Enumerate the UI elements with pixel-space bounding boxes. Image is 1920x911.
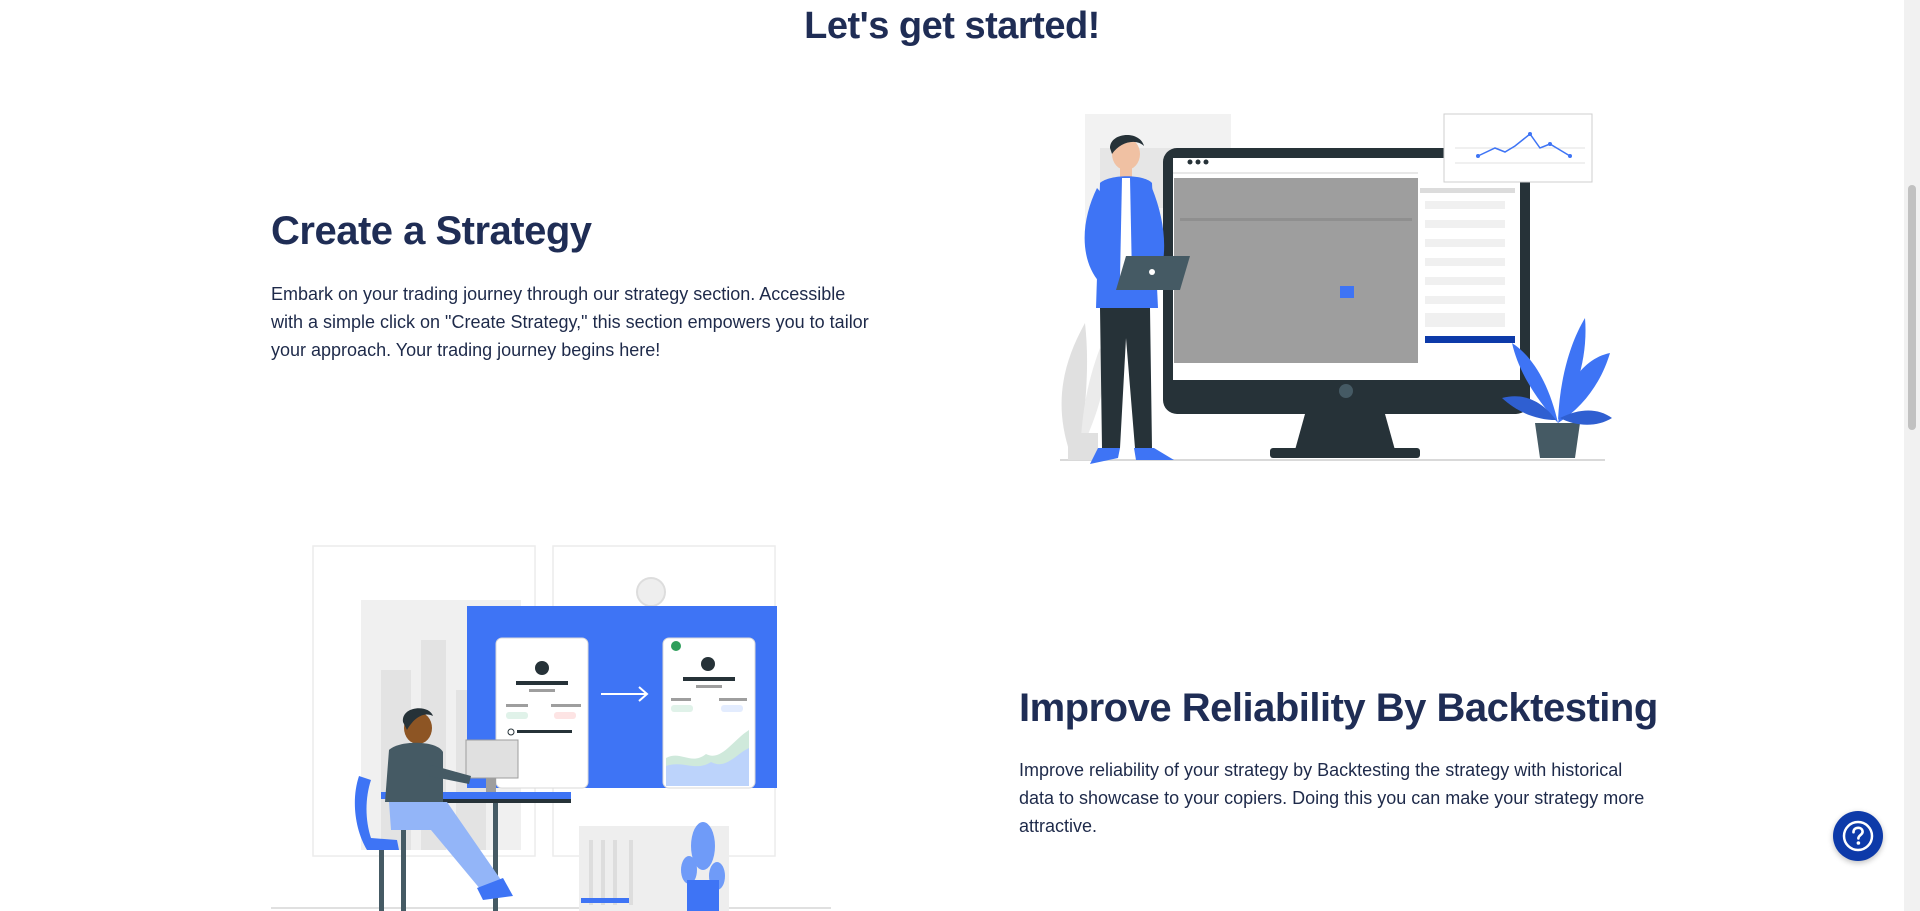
backtesting-title: Improve Reliability By Backtesting (1019, 686, 1658, 730)
page-heading: Let's get started! (804, 5, 1100, 47)
help-button[interactable] (1833, 811, 1883, 861)
create-strategy-title: Create a Strategy (271, 209, 592, 253)
page-scrollbar[interactable] (1904, 0, 1920, 911)
scrollbar-thumb[interactable] (1908, 185, 1916, 430)
backtesting-illustration (271, 540, 831, 911)
backtesting-description: Improve reliability of your strategy by … (1019, 760, 1645, 836)
create-strategy-illustration (1040, 108, 1620, 473)
page: Let's get started! Create a Strategy Emb… (0, 0, 1920, 911)
create-strategy-description: Embark on your trading journey through o… (271, 284, 869, 360)
question-circle-icon (1842, 820, 1874, 852)
